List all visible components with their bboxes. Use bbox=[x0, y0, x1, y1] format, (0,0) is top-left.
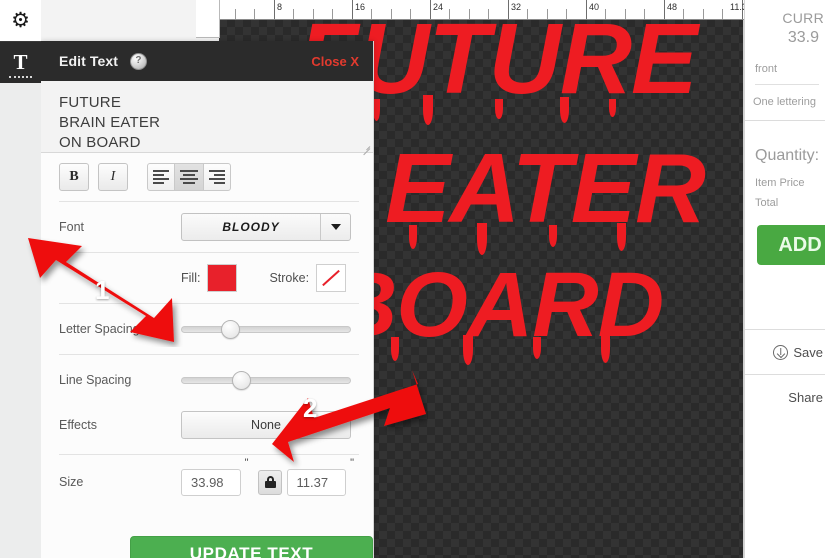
current-size-value: 33.9 bbox=[787, 29, 819, 46]
textarea-line-3: ON BOARD bbox=[59, 134, 141, 151]
lock-icon bbox=[264, 476, 276, 488]
stroke-control[interactable]: Stroke: bbox=[269, 264, 347, 292]
letter-spacing-label: Letter Spacing bbox=[59, 322, 140, 336]
horizontal-ruler[interactable]: 0 " 8 16 24 32 40 bbox=[196, 0, 745, 20]
drip-decor bbox=[617, 223, 626, 251]
effects-button[interactable]: None bbox=[181, 411, 351, 439]
size-row: Size 33.98 " 11.37 " bbox=[41, 455, 373, 509]
stroke-color-swatch[interactable] bbox=[316, 264, 347, 292]
letter-spacing-slider-handle[interactable] bbox=[221, 319, 241, 339]
line-spacing-slider[interactable] bbox=[181, 370, 351, 390]
close-panel-button[interactable]: Close X bbox=[311, 54, 359, 69]
slider-track bbox=[181, 376, 351, 384]
drip-decor bbox=[601, 335, 610, 363]
drip-decor bbox=[409, 225, 417, 249]
align-button-group bbox=[147, 163, 231, 191]
text-tool-icon: T bbox=[9, 50, 32, 78]
align-left-button[interactable] bbox=[147, 163, 175, 191]
size-width-input[interactable]: 33.98 bbox=[181, 468, 241, 496]
letter-spacing-row: Letter Spacing bbox=[41, 304, 373, 354]
sidebar-item-settings[interactable]: ⚙ bbox=[0, 0, 41, 41]
drip-decor bbox=[373, 99, 380, 121]
effects-row: Effects None bbox=[41, 405, 373, 445]
add-to-cart-button[interactable]: ADD bbox=[757, 225, 825, 265]
quantity-card: Quantity: Item Price Total ADD bbox=[745, 121, 825, 265]
sidebar-item-text[interactable]: T bbox=[0, 41, 41, 83]
line-spacing-label: Line Spacing bbox=[59, 373, 132, 387]
current-size-card: CURR 33.9 front One lettering bbox=[745, 0, 825, 121]
ruler-label-40: 40 bbox=[589, 2, 600, 12]
stroke-label: Stroke: bbox=[269, 271, 310, 285]
effects-label: Effects bbox=[59, 418, 97, 432]
update-text-button[interactable]: UPDATE TEXT bbox=[130, 536, 373, 558]
quantity-label: Quantity: bbox=[755, 147, 820, 164]
current-size-title: CURR bbox=[782, 10, 824, 26]
fill-stroke-row: Fill: Stroke: bbox=[41, 253, 373, 303]
edit-text-panel-body: FUTURE BRAIN EATER ON BOARD B I Font BLO… bbox=[41, 81, 373, 558]
drip-decor bbox=[495, 99, 503, 119]
drip-decor bbox=[477, 223, 487, 255]
size-label: Size bbox=[59, 475, 84, 489]
line-spacing-slider-handle[interactable] bbox=[231, 370, 251, 390]
fill-label: Fill: bbox=[181, 271, 201, 285]
slider-track bbox=[181, 325, 351, 333]
gear-icon: ⚙ bbox=[11, 9, 30, 32]
total-label: Total bbox=[755, 197, 779, 209]
save-label: Save bbox=[793, 344, 823, 360]
font-select[interactable]: BLOODY bbox=[181, 213, 351, 241]
textarea-line-1: FUTURE bbox=[59, 94, 122, 111]
product-description: One lettering bbox=[753, 96, 816, 108]
ruler-label-16: 16 bbox=[355, 2, 366, 12]
divider bbox=[755, 84, 819, 85]
ruler-label-24: 24 bbox=[433, 2, 444, 12]
tool-rail: ⚙ T bbox=[0, 0, 41, 558]
annotation-number-1: 1 bbox=[95, 275, 110, 305]
drip-decor bbox=[391, 337, 399, 361]
share-label: Share bbox=[788, 389, 823, 405]
align-right-button[interactable] bbox=[203, 163, 231, 191]
app-root: 0 " 8 16 24 32 40 bbox=[0, 0, 825, 558]
fill-color-swatch[interactable] bbox=[207, 264, 238, 292]
item-price-label: Item Price bbox=[755, 177, 805, 189]
drip-decor bbox=[609, 99, 616, 117]
save-download-icon bbox=[773, 344, 789, 360]
aspect-lock-button[interactable] bbox=[258, 469, 282, 495]
font-row: Font BLOODY bbox=[41, 202, 373, 252]
share-button[interactable]: Share bbox=[745, 374, 825, 419]
ruler-label-32: 32 bbox=[511, 2, 522, 12]
drip-decor bbox=[423, 95, 433, 125]
size-height-input[interactable]: 11.37 bbox=[286, 468, 347, 496]
ruler-corner bbox=[196, 0, 220, 38]
letter-spacing-slider[interactable] bbox=[181, 319, 351, 339]
bold-button[interactable]: B bbox=[59, 163, 89, 191]
text-style-row: B I bbox=[41, 153, 373, 201]
annotation-number-2: 2 bbox=[303, 393, 318, 423]
textarea-line-2: BRAIN EATER bbox=[59, 114, 161, 131]
product-side-panel: CURR 33.9 front One lettering Quantity: … bbox=[744, 0, 825, 558]
drip-decor bbox=[560, 97, 569, 123]
drip-decor bbox=[463, 335, 473, 365]
height-unit: " bbox=[350, 457, 355, 469]
drip-decor bbox=[533, 337, 541, 359]
chevron-down-icon bbox=[320, 214, 350, 240]
drip-decor bbox=[549, 225, 557, 247]
font-select-value: BLOODY bbox=[222, 220, 280, 234]
page-title: Edit Text bbox=[59, 53, 118, 69]
edit-text-panel-header: Edit Text ? Close X bbox=[41, 41, 373, 81]
side-label: front bbox=[755, 63, 778, 75]
font-label: Font bbox=[59, 220, 85, 234]
align-center-button[interactable] bbox=[175, 163, 203, 191]
edit-text-panel: FUTURE BRAIN EATER ON BOARD B I Font BLO… bbox=[41, 41, 374, 558]
ruler-label-48: 48 bbox=[667, 2, 678, 12]
textarea-resize-handle[interactable] bbox=[360, 140, 371, 156]
fill-control[interactable]: Fill: bbox=[181, 264, 238, 292]
italic-button[interactable]: I bbox=[98, 163, 128, 191]
line-spacing-row: Line Spacing bbox=[41, 355, 373, 405]
ruler-end-label: 11.37" bbox=[730, 2, 745, 12]
save-button[interactable]: Save bbox=[745, 329, 825, 374]
width-unit: " bbox=[244, 457, 249, 469]
text-content-textarea[interactable]: FUTURE BRAIN EATER ON BOARD bbox=[41, 81, 373, 156]
help-icon[interactable]: ? bbox=[129, 52, 147, 70]
ruler-label-8: 8 bbox=[277, 2, 283, 12]
